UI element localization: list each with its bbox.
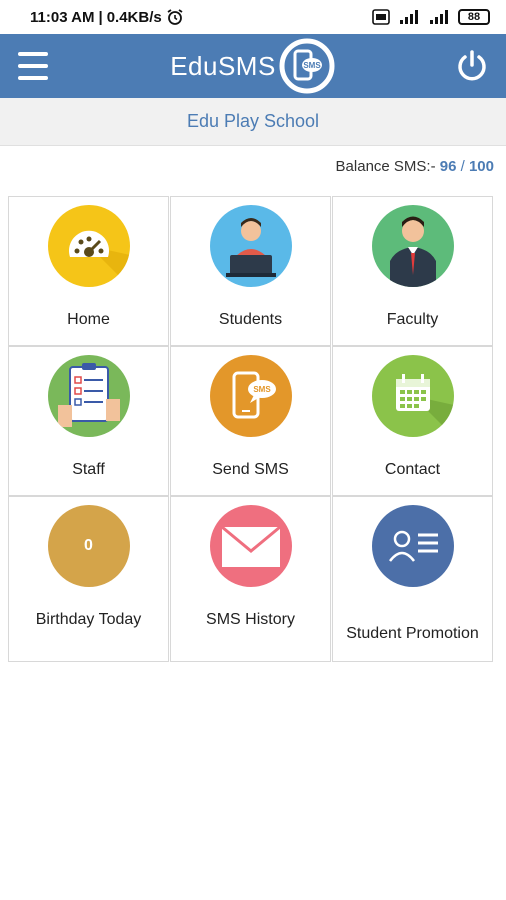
tile-label: Birthday Today: [35, 611, 142, 628]
phone-sms-logo-icon: SMS: [279, 38, 335, 94]
menu-icon-line: [18, 52, 48, 56]
status-time: 11:03 AM: [30, 8, 95, 26]
balance-label: Balance SMS:-: [335, 158, 436, 175]
school-bar: Edu Play School: [0, 98, 506, 146]
tile-label: Send SMS: [212, 461, 289, 478]
tile-label: Student Promotion: [346, 625, 479, 642]
tile-student-promotion[interactable]: Student Promotion: [332, 496, 493, 662]
svg-text:SMS: SMS: [253, 385, 271, 394]
tile-sms-history[interactable]: SMS History: [170, 496, 331, 662]
menu-icon-line: [18, 76, 48, 80]
status-left: 11:03 AM | 0.4KB/s: [30, 8, 184, 26]
birthday-count: 0: [84, 537, 93, 554]
tile-label: Contact: [384, 461, 441, 478]
checklist-icon: [47, 355, 130, 437]
brand-logo: EduSMS SMS: [170, 37, 336, 95]
logo-badge-text: SMS: [303, 61, 321, 70]
power-icon: [458, 50, 486, 81]
faculty-icon: [371, 205, 454, 287]
send-sms-icon: SMS: [209, 355, 292, 437]
tile-contact[interactable]: Contact: [332, 346, 493, 496]
dashboard-icon: [47, 205, 130, 287]
menu-icon-line: [18, 64, 48, 68]
tile-label: Faculty: [386, 311, 439, 328]
alarm-icon: [167, 9, 183, 25]
tile-birthday-today[interactable]: 0 Birthday Today: [8, 496, 169, 662]
battery-icon: 88: [458, 9, 490, 25]
tile-label: Home: [67, 311, 110, 328]
brand-text: EduSMS: [170, 50, 276, 81]
status-divider: |: [98, 8, 103, 26]
tile-students[interactable]: Students: [170, 196, 331, 346]
tile-label: Students: [218, 311, 283, 328]
balance-separator: /: [460, 158, 465, 175]
menu-button[interactable]: [18, 52, 48, 80]
signal-icon: [430, 10, 448, 24]
status-bar: 11:03 AM | 0.4KB/s 88: [0, 0, 506, 34]
school-name: Edu Play School: [186, 111, 320, 131]
tile-faculty[interactable]: Faculty: [332, 196, 493, 346]
power-button[interactable]: [454, 48, 490, 84]
status-speed: 0.4KB/s: [106, 8, 162, 26]
tile-home[interactable]: Home: [8, 196, 169, 346]
envelope-icon: [209, 505, 292, 587]
student-icon: [209, 205, 292, 287]
tile-label: Staff: [72, 461, 105, 478]
tile-staff[interactable]: Staff: [8, 346, 169, 496]
calendar-icon: [371, 355, 454, 437]
app-bar: EduSMS SMS: [0, 34, 506, 98]
volte-icon: [372, 9, 390, 25]
battery-level: 88: [467, 11, 481, 23]
balance-used: 96: [439, 158, 457, 175]
sms-balance: Balance SMS:- 96 / 100: [336, 158, 494, 175]
id-card-icon: [371, 505, 454, 587]
signal-icon: [400, 10, 418, 24]
tile-label: SMS History: [206, 611, 295, 628]
status-right: 88: [372, 9, 490, 25]
birthday-icon: 0: [47, 505, 130, 587]
balance-total: 100: [468, 158, 494, 175]
tile-send-sms[interactable]: SMS Send SMS: [170, 346, 331, 496]
